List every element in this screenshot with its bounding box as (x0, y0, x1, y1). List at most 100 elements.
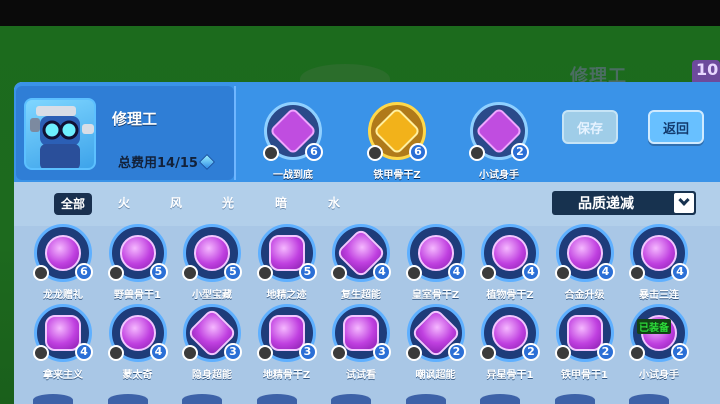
element-icon (33, 345, 49, 361)
skill-item-ring: 5 (107, 224, 168, 282)
header-divider (234, 86, 236, 180)
skill-icon (343, 315, 379, 351)
level-badge: 4 (596, 263, 615, 281)
filter-tab-dark[interactable]: 暗 (275, 194, 287, 211)
skill-item-label: 小型宝藏 (192, 290, 232, 301)
skill-item-label: 植物骨干Z (486, 290, 534, 301)
skill-icon (194, 235, 230, 271)
filter-tab-all[interactable]: 全部 (54, 193, 92, 215)
element-icon (256, 345, 273, 361)
equipped-slot-ring: 2 (469, 102, 529, 161)
element-icon (331, 345, 347, 361)
skill-icon (566, 315, 603, 351)
equipped-tag: 已装备 (637, 319, 671, 334)
skill-item[interactable]: 4 暴击三连 (624, 224, 694, 301)
skill-item-ring: 6 (33, 224, 93, 282)
save-button[interactable]: 保存 (562, 110, 618, 144)
equipped-slot-2[interactable]: 6 铁甲骨干Z (364, 102, 430, 181)
skill-icon (119, 235, 156, 271)
equipped-slot-3[interactable]: 2 小试身手 (466, 102, 532, 181)
robot-icon (30, 106, 94, 168)
sort-dropdown[interactable]: 品质递减 (552, 191, 696, 215)
skill-item[interactable]: 6 龙龙赠礼 (28, 224, 98, 301)
element-icon (480, 345, 496, 361)
skill-item-ring: 2 已装备 (629, 304, 689, 362)
skill-item-ring: 4 (405, 224, 466, 282)
fire-element-icon (263, 145, 279, 161)
skill-item-ring: 2 (480, 304, 540, 362)
chevron-down-icon[interactable] (674, 193, 694, 213)
filter-tab-wind[interactable]: 风 (170, 194, 182, 211)
skill-item[interactable]: 4 拿来主义 (28, 304, 98, 381)
skill-item-partial[interactable] (480, 394, 520, 404)
level-badge: 4 (149, 343, 168, 361)
skill-item-label: 试试看 (346, 370, 376, 381)
skill-item[interactable]: 3 地精骨干Z (252, 304, 322, 381)
element-icon (629, 265, 645, 281)
back-button[interactable]: 返回 (648, 110, 704, 144)
element-icon (554, 265, 571, 281)
skill-item-ring: 4 (33, 304, 93, 362)
filter-tab-light[interactable]: 光 (222, 194, 234, 211)
element-icon (33, 265, 49, 281)
skill-icon (268, 235, 305, 271)
skill-item[interactable]: 2 嘲讽超能 (401, 304, 471, 381)
equipped-slot-ring: 6 (263, 102, 323, 161)
filter-tab-fire[interactable]: 火 (118, 194, 130, 211)
skill-item-label: 合金升级 (564, 290, 605, 301)
element-icon (256, 265, 273, 281)
skill-item-ring: 2 (405, 304, 466, 362)
level-badge: 2 (447, 343, 466, 361)
level-badge: 5 (224, 263, 242, 281)
skill-item[interactable]: 2 异星骨干1 (475, 304, 545, 381)
top-black-band (0, 0, 720, 26)
skill-icon (566, 235, 603, 271)
skill-item[interactable]: 5 小型宝藏 (177, 224, 247, 301)
skill-icon (45, 315, 81, 351)
level-badge: 6 (409, 143, 427, 161)
skill-item[interactable]: 4 复生超能 (326, 224, 396, 301)
skill-item[interactable]: 5 地精之迹 (252, 224, 322, 301)
skill-item[interactable]: 2 铁甲骨干1 (550, 304, 620, 381)
filter-tab-water[interactable]: 水 (328, 194, 340, 211)
skill-item[interactable]: 4 皇室骨干Z (401, 224, 471, 301)
skill-item[interactable]: 3 隐身超能 (177, 304, 247, 381)
sort-label: 品质递减 (578, 196, 634, 212)
skill-icon (641, 235, 677, 271)
skill-item-ring: 4 (554, 224, 615, 282)
skill-item-label: 铁甲骨干1 (561, 370, 608, 381)
equipped-slot-1[interactable]: 6 一战到底 (260, 102, 326, 181)
skill-item-partial[interactable] (182, 394, 222, 404)
total-cost: 总费用14/15 (118, 152, 215, 171)
skill-item-label: 龙龙赠礼 (43, 290, 83, 301)
skill-item[interactable]: 2 已装备 小试身手 (624, 304, 694, 381)
skill-item-partial[interactable] (33, 394, 73, 404)
level-badge: 2 (596, 343, 615, 361)
shield-element-icon (367, 145, 383, 161)
skill-item[interactable]: 3 试试看 (326, 304, 396, 381)
skill-item-label: 复生超能 (341, 290, 381, 301)
skill-grid: 6 龙龙赠礼 5 野兽骨干1 5 小型宝藏 5 地精之迹 4 复生超能 4 皇室骨干Z 4 植物骨干Z 4 合… (14, 224, 720, 404)
skill-item-label: 野兽骨干1 (114, 290, 161, 301)
level-badge: 5 (298, 263, 317, 281)
skill-item-label: 异星骨干1 (486, 370, 534, 381)
skill-item-partial[interactable] (554, 394, 595, 404)
level-badge: 3 (373, 343, 391, 361)
equipped-slot-label: 铁甲骨干Z (373, 170, 421, 181)
hero-avatar[interactable] (24, 98, 96, 170)
skill-item-ring: 4 (629, 224, 689, 282)
skill-item-partial[interactable] (405, 394, 446, 404)
skill-icon (492, 235, 528, 271)
skill-item[interactable]: 5 野兽骨干1 (103, 224, 173, 301)
skill-item[interactable]: 4 合金升级 (550, 224, 620, 301)
skill-item-ring: 4 (480, 224, 540, 282)
skill-item[interactable]: 4 植物骨干Z (475, 224, 545, 301)
skill-item-partial[interactable] (107, 394, 148, 404)
skill-item-partial[interactable] (256, 394, 297, 404)
skill-item-ring: 5 (256, 224, 317, 282)
skill-item-partial[interactable] (629, 394, 669, 404)
skill-item[interactable]: 4 蒙太奇 (103, 304, 173, 381)
skill-item-partial[interactable] (331, 394, 371, 404)
hero-name: 修理工 (112, 110, 158, 128)
level-badge: 2 (671, 343, 689, 361)
